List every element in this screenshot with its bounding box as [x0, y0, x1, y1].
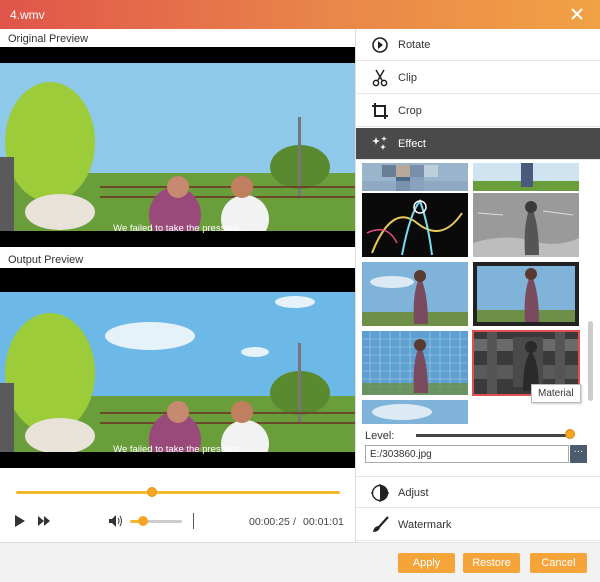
window-title: 4.wmv: [10, 8, 45, 22]
tool-effect[interactable]: Effect: [356, 128, 600, 160]
current-time: 00:00:25: [249, 516, 290, 528]
volume-thumb[interactable]: [138, 516, 148, 526]
tool-clip[interactable]: Clip: [356, 62, 600, 94]
tool-rotate[interactable]: Rotate: [356, 29, 600, 61]
preview-panel: Original Preview We failed to take the p…: [0, 29, 356, 542]
close-icon[interactable]: [568, 5, 586, 23]
tool-watermark-label: Watermark: [398, 519, 452, 531]
play-icon[interactable]: [14, 514, 26, 528]
tool-crop[interactable]: Crop: [356, 95, 600, 127]
effect-blur[interactable]: [362, 400, 468, 424]
brush-icon: [373, 516, 389, 532]
tool-adjust-label: Adjust: [398, 487, 429, 499]
effect-sketch[interactable]: [362, 262, 468, 326]
restore-button[interactable]: Restore: [463, 553, 520, 573]
tool-watermark[interactable]: Watermark: [356, 509, 600, 541]
apply-button[interactable]: Apply: [398, 553, 455, 573]
tools-panel: Rotate Clip Crop Effect Material Level: …: [356, 29, 600, 542]
level-slider[interactable]: [416, 434, 570, 437]
effect-frame[interactable]: [473, 262, 579, 326]
fast-forward-icon[interactable]: [38, 516, 50, 526]
seek-slider[interactable]: [16, 487, 340, 497]
controls-divider: [193, 513, 194, 529]
effect-normal[interactable]: [473, 163, 579, 191]
footer-bar: Apply Restore Cancel: [0, 542, 600, 582]
total-time: 00:01:01: [303, 516, 344, 528]
adjust-icon: [371, 484, 389, 502]
effect-neon[interactable]: [362, 193, 468, 257]
output-preview-label: Output Preview: [8, 254, 84, 266]
level-thumb[interactable]: [565, 429, 575, 439]
rotate-icon: [372, 37, 388, 53]
original-subtitle: We failed to take the pressure.: [113, 223, 242, 234]
effect-mosaic[interactable]: [362, 163, 468, 191]
sparkle-icon: [372, 136, 387, 150]
tool-crop-label: Crop: [398, 105, 422, 117]
scissors-icon: [372, 69, 388, 87]
tool-clip-label: Clip: [398, 72, 417, 84]
effects-scrollbar[interactable]: [588, 321, 593, 401]
seek-thumb[interactable]: [147, 487, 158, 497]
crop-icon: [372, 103, 388, 119]
tool-rotate-label: Rotate: [398, 39, 431, 51]
output-subtitle: We failed to take the pressure.: [113, 444, 242, 455]
original-preview-video: We failed to take the pressure.: [0, 47, 355, 247]
level-label: Level:: [365, 430, 395, 442]
time-separator: /: [293, 516, 296, 528]
effect-canvas[interactable]: [362, 331, 468, 395]
material-path-input[interactable]: [365, 445, 569, 463]
tool-adjust[interactable]: Adjust: [356, 476, 600, 508]
effects-gallery: Material: [356, 161, 600, 429]
original-preview-label: Original Preview: [8, 33, 89, 45]
title-bar: 4.wmv: [0, 0, 600, 29]
cancel-button[interactable]: Cancel: [530, 553, 587, 573]
browse-button[interactable]: ···: [570, 445, 587, 463]
effect-emboss[interactable]: [473, 193, 579, 257]
effect-tooltip: Material: [531, 384, 581, 403]
volume-slider[interactable]: [130, 516, 182, 526]
output-preview-video: We failed to take the pressure.: [0, 268, 355, 468]
volume-icon[interactable]: [109, 515, 123, 527]
tool-effect-label: Effect: [398, 138, 426, 150]
